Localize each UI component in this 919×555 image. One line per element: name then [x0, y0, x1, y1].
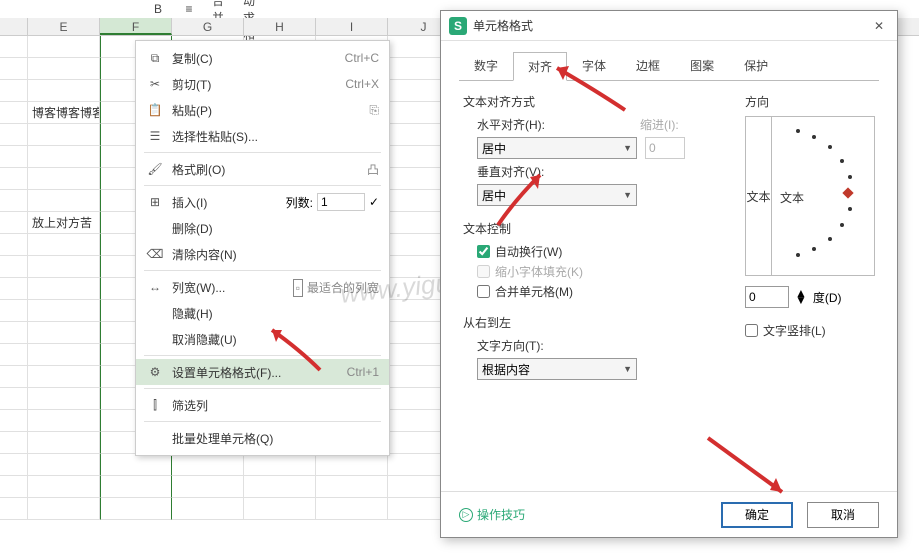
indent-label: 缩进(I): — [640, 116, 679, 133]
ctx-hide[interactable]: 隐藏(H) — [136, 300, 389, 326]
ctx-col-width[interactable]: ↔列宽(W)...▫最适合的列宽 — [136, 274, 389, 300]
tab-font[interactable]: 字体 — [567, 51, 621, 80]
v-align-combo[interactable]: 居中 — [477, 184, 637, 206]
tab-number[interactable]: 数字 — [459, 51, 513, 80]
indent-input — [645, 137, 685, 159]
insert-icon: ⊞ — [146, 195, 164, 209]
ctx-insert[interactable]: ⊞插入(I) 列数:✓ — [136, 189, 389, 215]
orientation-label: 方向 — [745, 93, 875, 110]
brush-icon: 凸 — [367, 161, 379, 178]
orientation-vertical-button[interactable]: 文本 — [746, 117, 772, 275]
orientation-box: 文本 文本 — [745, 116, 875, 276]
ctx-filter[interactable]: ⫿筛选列 — [136, 392, 389, 418]
tab-pattern[interactable]: 图案 — [675, 51, 729, 80]
ctx-format-cells[interactable]: ⚙设置单元格格式(F)...Ctrl+1 — [136, 359, 389, 385]
tips-link[interactable]: ▷操作技巧 — [459, 506, 525, 523]
ctx-paste-special[interactable]: ☰选择性粘贴(S)... — [136, 123, 389, 149]
align-icon[interactable]: ≡ — [181, 1, 197, 17]
h-align-combo[interactable]: 居中 — [477, 137, 637, 159]
format-painter-icon: 🖌 — [146, 162, 164, 176]
ctx-batch[interactable]: 批量处理单元格(Q) — [136, 425, 389, 451]
paste-icon: 📋 — [146, 103, 164, 117]
clear-icon: ⌫ — [146, 247, 164, 261]
insert-cols-label: 列数: — [286, 194, 313, 211]
degree-spinner[interactable]: ▲▼ — [795, 290, 807, 304]
ctx-cut[interactable]: ✂剪切(T)Ctrl+X — [136, 71, 389, 97]
cut-icon: ✂ — [146, 77, 164, 91]
cell-text[interactable]: 放上对方苦 — [28, 212, 100, 234]
tips-icon: ▷ — [459, 508, 473, 522]
text-dir-combo[interactable]: 根据内容 — [477, 358, 637, 380]
autosum-button[interactable]: 自动求和 — [243, 1, 259, 17]
ctx-delete[interactable]: 删除(D) — [136, 215, 389, 241]
col-header[interactable]: G — [172, 18, 244, 35]
dialog-tabs: 数字 对齐 字体 边框 图案 保护 — [441, 41, 897, 80]
insert-cols-input[interactable] — [317, 193, 365, 211]
h-align-label: 水平对齐(H): — [477, 116, 562, 133]
width-icon: ↔ — [146, 280, 164, 294]
close-icon[interactable]: ✕ — [869, 19, 889, 33]
col-header[interactable]: H — [244, 18, 316, 35]
tab-border[interactable]: 边框 — [621, 51, 675, 80]
orientation-dial[interactable]: 文本 — [772, 117, 874, 275]
tab-alignment[interactable]: 对齐 — [513, 52, 567, 81]
tab-protection[interactable]: 保护 — [729, 51, 783, 80]
cell-text[interactable]: 博客博客博客博客 — [28, 102, 100, 124]
bold-icon[interactable]: B — [150, 1, 166, 17]
col-header-selected[interactable]: F — [100, 18, 172, 35]
degree-input[interactable] — [745, 286, 789, 308]
text-dir-label: 文字方向(T): — [477, 337, 562, 354]
ctx-clear[interactable]: ⌫清除内容(N) — [136, 241, 389, 267]
ctx-best-fit[interactable]: 最适合的列宽 — [307, 281, 379, 295]
v-align-label: 垂直对齐(V): — [477, 163, 562, 180]
check-icon[interactable]: ✓ — [369, 195, 379, 209]
degree-label: 度(D) — [813, 289, 842, 306]
paste-special-icon: ☰ — [146, 129, 164, 143]
format-cells-icon: ⚙ — [146, 365, 164, 379]
ctx-format-painter[interactable]: 🖌格式刷(O)凸 — [136, 156, 389, 182]
ctx-copy[interactable]: ⧉复制(C)Ctrl+C — [136, 45, 389, 71]
copy-icon: ⧉ — [146, 51, 164, 66]
clipboard-icon: ⎘ — [369, 103, 379, 118]
context-menu: ⧉复制(C)Ctrl+C ✂剪切(T)Ctrl+X 📋粘贴(P)⎘ ☰选择性粘贴… — [135, 40, 390, 456]
merge-button[interactable]: 合并 — [212, 1, 228, 17]
col-header[interactable]: E — [28, 18, 100, 35]
orientation-dial-text: 文本 — [780, 189, 804, 206]
col-header[interactable]: I — [316, 18, 388, 35]
bestfit-icon[interactable]: ▫ — [293, 279, 303, 297]
ctx-paste[interactable]: 📋粘贴(P)⎘ — [136, 97, 389, 123]
ok-button[interactable]: 确定 — [721, 502, 793, 528]
filter-icon: ⫿ — [146, 398, 164, 413]
ctx-unhide[interactable]: 取消隐藏(U) — [136, 326, 389, 352]
vertical-text-checkbox[interactable]: 文字竖排(L) — [745, 322, 875, 339]
app-logo-icon: S — [449, 17, 467, 35]
dialog-title: 单元格格式 — [473, 17, 869, 34]
dialog-titlebar: S 单元格格式 ✕ — [441, 11, 897, 41]
format-cells-dialog: S 单元格格式 ✕ 数字 对齐 字体 边框 图案 保护 文本对齐方式 水平对齐(… — [440, 10, 898, 538]
cancel-button[interactable]: 取消 — [807, 502, 879, 528]
